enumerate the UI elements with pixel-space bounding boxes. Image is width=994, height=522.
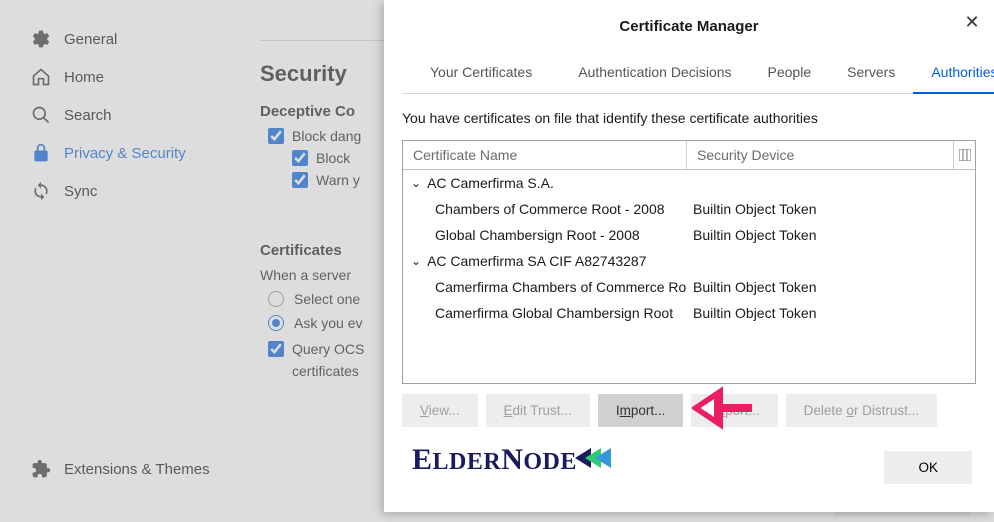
tab-authentication-decisions[interactable]: Authentication Decisions (560, 56, 749, 93)
export-button[interactable]: Export... (691, 394, 777, 427)
certificate-row[interactable]: Global Chambersign Root - 2008 Builtin O… (403, 222, 975, 248)
delete-distrust-button[interactable]: Delete or Distrust... (786, 394, 938, 427)
cert-name: Camerfirma Chambers of Commerce Root (403, 279, 687, 295)
column-picker-button[interactable] (953, 141, 975, 169)
edit-trust-button[interactable]: Edit Trust... (486, 394, 590, 427)
tab-people[interactable]: People (750, 56, 830, 93)
cert-name: Global Chambersign Root - 2008 (403, 227, 687, 243)
dialog-title: Certificate Manager (384, 18, 994, 35)
tab-description: You have certificates on file that ident… (402, 110, 976, 126)
cert-name: Camerfirma Global Chambersign Root (403, 305, 687, 321)
certificate-manager-dialog: Certificate Manager ✕ Your Certificates … (384, 0, 994, 512)
certificate-row[interactable]: Camerfirma Chambers of Commerce Root Bui… (403, 274, 975, 300)
cert-name: Chambers of Commerce Root - 2008 (403, 201, 687, 217)
col-certificate-name[interactable]: Certificate Name (403, 141, 687, 169)
eldernode-logo: ELDERNODE (412, 442, 619, 478)
tab-authorities[interactable]: Authorities (913, 56, 994, 94)
cert-device: Builtin Object Token (687, 227, 975, 243)
cert-device: Builtin Object Token (687, 201, 975, 217)
chevron-down-icon: ⌄ (411, 254, 421, 268)
action-buttons-row: View... Edit Trust... Import... Export..… (402, 394, 976, 427)
certificate-group[interactable]: ⌄ AC Camerfirma SA CIF A82743287 (403, 248, 975, 274)
column-picker-icon (959, 149, 971, 161)
certificate-group[interactable]: ⌄ AC Camerfirma S.A. (403, 170, 975, 196)
close-icon: ✕ (964, 12, 979, 33)
col-security-device[interactable]: Security Device (687, 141, 953, 169)
ok-button[interactable]: OK (884, 451, 972, 484)
cert-device: Builtin Object Token (687, 305, 975, 321)
table-header: Certificate Name Security Device (403, 141, 975, 170)
certificate-table: Certificate Name Security Device ⌄ AC Ca… (402, 140, 976, 384)
cert-device: Builtin Object Token (687, 279, 975, 295)
close-button[interactable]: ✕ (960, 10, 984, 34)
logo-triangles-icon (579, 442, 619, 478)
tab-servers[interactable]: Servers (829, 56, 913, 93)
tab-your-certificates[interactable]: Your Certificates (402, 56, 560, 93)
view-button[interactable]: View... (402, 394, 478, 427)
chevron-down-icon: ⌄ (411, 176, 421, 190)
table-body[interactable]: ⌄ AC Camerfirma S.A. Chambers of Commerc… (403, 170, 975, 383)
certificate-row[interactable]: Chambers of Commerce Root - 2008 Builtin… (403, 196, 975, 222)
import-button[interactable]: Import... (598, 394, 684, 427)
tab-row: Your Certificates Authentication Decisio… (402, 56, 976, 94)
certificate-row[interactable]: Camerfirma Global Chambersign Root Built… (403, 300, 975, 326)
